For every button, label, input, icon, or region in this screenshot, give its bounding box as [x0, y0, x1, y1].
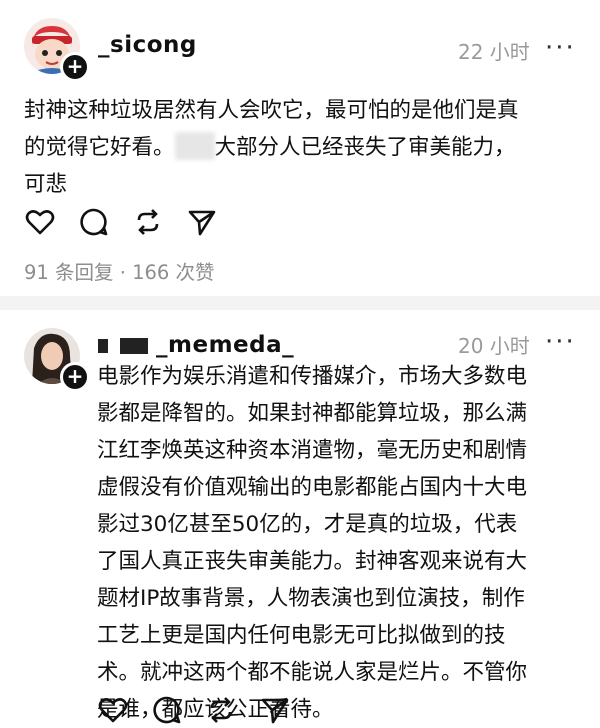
content-line: 的觉得它好看。 大部分人已经丧失了审美能力，: [24, 129, 519, 166]
content-line: 了国人真正丧失审美能力。封神客观来说有大: [97, 549, 528, 574]
content-line: 题材IP故事背景，人物表演也到位演技，制作: [97, 586, 525, 611]
post-content: 封神这种垃圾居然有人会吹它，最可怕的是他们是真 的觉得它好看。 大部分人已经丧失了…: [24, 92, 519, 203]
content-line: 封神这种垃圾居然有人会吹它，最可怕的是他们是真: [24, 98, 519, 123]
content-line: 江红李焕英这种资本消遣物，毫无历史和剧情: [97, 438, 528, 463]
content-line: 术。就冲这两个都不能说人家是烂片。不管你: [97, 660, 528, 685]
post-card: + _memeda_ 20 小时 ··· 电影作为娱乐消遣和传播媒介，市场大多数…: [0, 310, 600, 724]
more-options-icon[interactable]: ···: [545, 35, 576, 61]
content-line: 虚假没有价值观输出的电影都能占国内十大电: [97, 475, 528, 500]
follow-button[interactable]: +: [60, 362, 90, 392]
heart-icon[interactable]: [97, 694, 129, 726]
post-card: + _sicong 22 小时 ··· 封神这种垃圾居然有人会吹它，最可怕的是他…: [0, 0, 600, 296]
post-divider: [0, 296, 600, 310]
comment-icon[interactable]: [151, 694, 183, 726]
post-time: 20 小时: [458, 334, 530, 358]
content-line: 工艺上更是国内任何电影无可比拟做到的技: [97, 623, 506, 648]
heart-icon[interactable]: [24, 206, 56, 238]
content-text: 的觉得它好看。: [24, 135, 175, 160]
share-icon[interactable]: [186, 206, 218, 238]
post-stats[interactable]: 91 条回复 · 166 次赞: [24, 256, 215, 285]
avatar[interactable]: +: [24, 18, 90, 82]
username-text: _memeda_: [156, 332, 295, 358]
action-bar: [24, 206, 240, 238]
blurred-emoji: [174, 132, 215, 160]
content-line: 可悲: [24, 172, 68, 197]
repost-icon[interactable]: [205, 694, 237, 726]
post-content: 电影作为娱乐消遣和传播媒介，市场大多数电 影都是降智的。如果封神都能算垃圾，那么…: [97, 358, 527, 728]
username[interactable]: _sicong: [98, 32, 197, 58]
content-line: 影过30亿甚至50亿的，才是真的垃圾，代表: [97, 512, 518, 537]
post-time: 22 小时: [458, 40, 530, 64]
repost-icon[interactable]: [132, 206, 164, 238]
username[interactable]: _memeda_: [98, 332, 294, 358]
avatar[interactable]: +: [24, 328, 90, 392]
comment-icon[interactable]: [78, 206, 110, 238]
more-options-icon[interactable]: ···: [545, 329, 576, 355]
action-bar: [97, 694, 313, 726]
content-line: 影都是降智的。如果封神都能算垃圾，那么满: [97, 401, 528, 426]
share-icon[interactable]: [259, 694, 291, 726]
follow-button[interactable]: +: [60, 52, 90, 82]
redacted-text: [98, 338, 108, 353]
content-text: 大部分人已经丧失了审美能力，: [214, 135, 516, 160]
redacted-text: [120, 337, 148, 354]
content-line: 电影作为娱乐消遣和传播媒介，市场大多数电: [97, 364, 528, 389]
